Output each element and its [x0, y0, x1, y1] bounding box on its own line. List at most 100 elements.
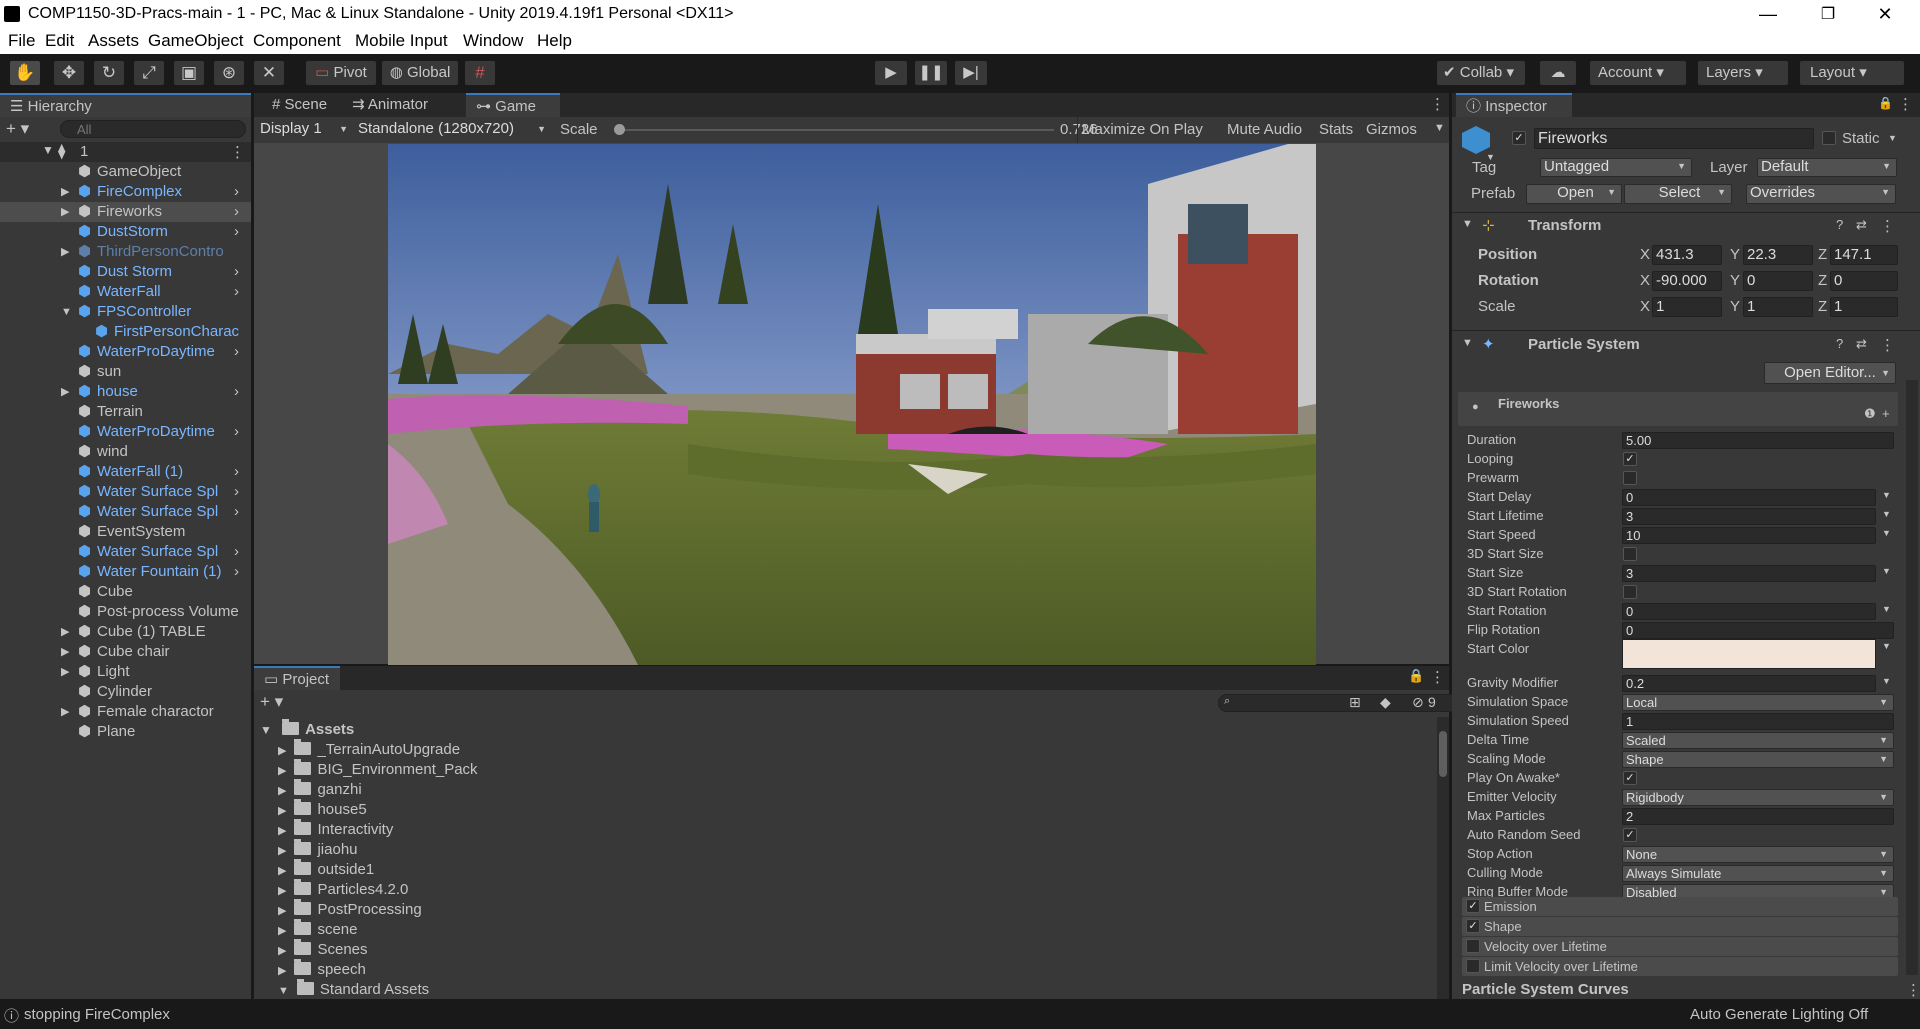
collapse-arrow-icon[interactable]: ▶ [61, 182, 69, 202]
prefab-overrides-dropdown[interactable]: Overrides [1746, 184, 1896, 204]
gizmos-dropdown[interactable]: Gizmos [1366, 121, 1417, 138]
hierarchy-item[interactable]: ⬢ Water Surface Spl › [0, 542, 251, 562]
hierarchy-item[interactable]: ⬢ Post-process Volume [0, 602, 251, 622]
particle-row-field[interactable]: 10 [1622, 527, 1876, 544]
static-checkbox[interactable] [1822, 131, 1836, 145]
transform-menu-icon[interactable]: ⋮ [1880, 217, 1895, 235]
scale-tool-button[interactable]: ⤢ [133, 60, 165, 86]
project-folder[interactable]: ▶ Scenes [278, 939, 368, 960]
hierarchy-item[interactable]: ▼ ⬢ FPSController [0, 302, 251, 322]
collapse-arrow-icon[interactable]: ▶ [61, 662, 69, 682]
particle-row-field[interactable]: 0 [1622, 622, 1894, 639]
pivot-toggle[interactable]: ▭ Pivot [305, 60, 377, 86]
scene-menu-icon[interactable]: ⋮ [230, 143, 245, 161]
prefab-open-arrow-icon[interactable]: › [234, 502, 239, 522]
particle-row-dropdown[interactable]: Scaled [1622, 732, 1894, 749]
project-create-button[interactable]: + ▾ [260, 692, 283, 712]
hierarchy-item[interactable]: ⬢ Dust Storm › [0, 262, 251, 282]
assets-root[interactable]: ▼ Assets [260, 719, 354, 740]
prefab-open-arrow-icon[interactable]: › [234, 382, 239, 402]
restore-button[interactable]: ❐ [1800, 0, 1856, 29]
tab-scene[interactable]: # Scene [262, 93, 334, 117]
collapse-arrow-icon[interactable]: ▶ [278, 805, 286, 817]
project-scrollbar[interactable] [1437, 717, 1449, 999]
position-y-field[interactable]: 22.3 [1743, 245, 1813, 265]
filter-label-icon[interactable]: ◆ [1380, 694, 1391, 711]
lighting-status[interactable]: Auto Generate Lighting Off [1690, 1006, 1868, 1023]
prefab-open-arrow-icon[interactable]: › [234, 482, 239, 502]
lock-icon[interactable]: 🔒 [1408, 668, 1424, 684]
object-name-field[interactable]: Fireworks [1534, 128, 1814, 149]
hierarchy-tab[interactable]: ☰ Hierarchy [0, 93, 251, 117]
close-button[interactable]: ✕ [1857, 0, 1913, 29]
curve-mode-dropdown-icon[interactable]: ▼ [1882, 676, 1891, 686]
particle-row-field[interactable]: 5.00 [1622, 432, 1894, 449]
collapse-arrow-icon[interactable]: ▶ [61, 642, 69, 662]
menu-help[interactable]: Help [537, 31, 572, 51]
module-add-icon[interactable]: + [1882, 406, 1890, 421]
play-button[interactable]: ▶ [874, 60, 908, 86]
layout-dropdown[interactable]: Layout ▾ [1799, 60, 1905, 86]
layer-dropdown[interactable]: Default [1757, 158, 1897, 177]
menu-assets[interactable]: Assets [88, 31, 139, 51]
help-icon[interactable]: ? [1836, 336, 1843, 351]
prefab-open-arrow-icon[interactable]: › [234, 182, 239, 202]
rotation-x-field[interactable]: -90.000 [1652, 271, 1722, 291]
scene-header[interactable]: ▼ ⧫ 1 ⋮ [0, 142, 251, 162]
rotation-z-field[interactable]: 0 [1830, 271, 1898, 291]
hierarchy-item[interactable]: ▶ ⬢ Cube (1) TABLE [0, 622, 251, 642]
curve-mode-dropdown-icon[interactable]: ▼ [1882, 566, 1891, 576]
pause-button[interactable]: ❚❚ [914, 60, 948, 86]
particle-row-field[interactable]: 0 [1622, 603, 1876, 620]
stats-toggle[interactable]: Stats [1319, 121, 1353, 138]
prefab-open-arrow-icon[interactable]: › [234, 222, 239, 242]
menu-component[interactable]: Component [253, 31, 341, 51]
curve-mode-dropdown-icon[interactable]: ▼ [1882, 604, 1891, 614]
tag-dropdown[interactable]: Untagged [1540, 158, 1692, 177]
module-enable-checkbox[interactable] [1466, 939, 1480, 953]
project-folder[interactable]: ▶ speech [278, 959, 366, 980]
collapse-arrow-icon[interactable]: ▶ [278, 965, 286, 977]
curve-mode-dropdown-icon[interactable]: ▼ [1882, 509, 1891, 519]
collapse-arrow-icon[interactable]: ▶ [278, 865, 286, 877]
hierarchy-item[interactable]: ⬢ Cylinder [0, 682, 251, 702]
particle-row-dropdown[interactable]: Local [1622, 694, 1894, 711]
collapse-arrow-icon[interactable]: ▶ [278, 845, 286, 857]
collapse-arrow-icon[interactable]: ▶ [61, 622, 69, 642]
collapse-arrow-icon[interactable]: ▶ [278, 825, 286, 837]
hierarchy-item[interactable]: ⬢ Water Surface Spl › [0, 502, 251, 522]
prefab-open-arrow-icon[interactable]: › [234, 422, 239, 442]
layers-dropdown[interactable]: Layers ▾ [1697, 60, 1789, 86]
scale-z-field[interactable]: 1 [1830, 297, 1898, 317]
position-z-field[interactable]: 147.1 [1830, 245, 1898, 265]
hierarchy-item[interactable]: ⬢ Terrain [0, 402, 251, 422]
hierarchy-item[interactable]: ⬢ FirstPersonCharac [0, 322, 251, 342]
particle-row-field[interactable]: 3 [1622, 565, 1876, 582]
inspector-scrollbar[interactable] [1906, 380, 1918, 975]
particle-row-field[interactable]: 3 [1622, 508, 1876, 525]
particle-row-field[interactable]: 0 [1622, 489, 1876, 506]
collapse-arrow-icon[interactable]: ▶ [61, 382, 69, 402]
color-mode-dropdown-icon[interactable]: ▼ [1882, 641, 1891, 651]
project-scroll-thumb[interactable] [1439, 731, 1447, 777]
hierarchy-item[interactable]: ▶ ⬢ Cube chair [0, 642, 251, 662]
inspector-tab[interactable]: ⓘ Inspector [1456, 93, 1572, 117]
prefab-open-arrow-icon[interactable]: › [234, 262, 239, 282]
menu-edit[interactable]: Edit [45, 31, 74, 51]
resolution-dropdown[interactable]: Standalone (1280x720) [355, 120, 551, 140]
module-enable-checkbox[interactable] [1466, 959, 1480, 973]
rect-tool-button[interactable]: ▣ [173, 60, 205, 86]
project-folder[interactable]: ▶ BIG_Environment_Pack [278, 759, 478, 780]
hierarchy-item[interactable]: ▶ ⬢ FireComplex › [0, 182, 251, 202]
collapse-arrow-icon[interactable]: ▶ [61, 702, 69, 722]
hierarchy-item[interactable]: ⬢ wind [0, 442, 251, 462]
collapse-arrow-icon[interactable]: ▶ [278, 765, 286, 777]
rotation-y-field[interactable]: 0 [1743, 271, 1813, 291]
scale-slider-track[interactable] [614, 129, 1054, 131]
collapse-arrow-icon[interactable]: ▶ [61, 242, 69, 262]
particle-row-field[interactable]: 2 [1622, 808, 1894, 825]
transform-tool-button[interactable]: ⊛ [213, 60, 245, 86]
tab-animator[interactable]: ⇉ Animator [342, 93, 452, 117]
project-tab[interactable]: ▭ Project [254, 666, 340, 690]
cloud-button[interactable]: ☁ [1539, 60, 1577, 86]
